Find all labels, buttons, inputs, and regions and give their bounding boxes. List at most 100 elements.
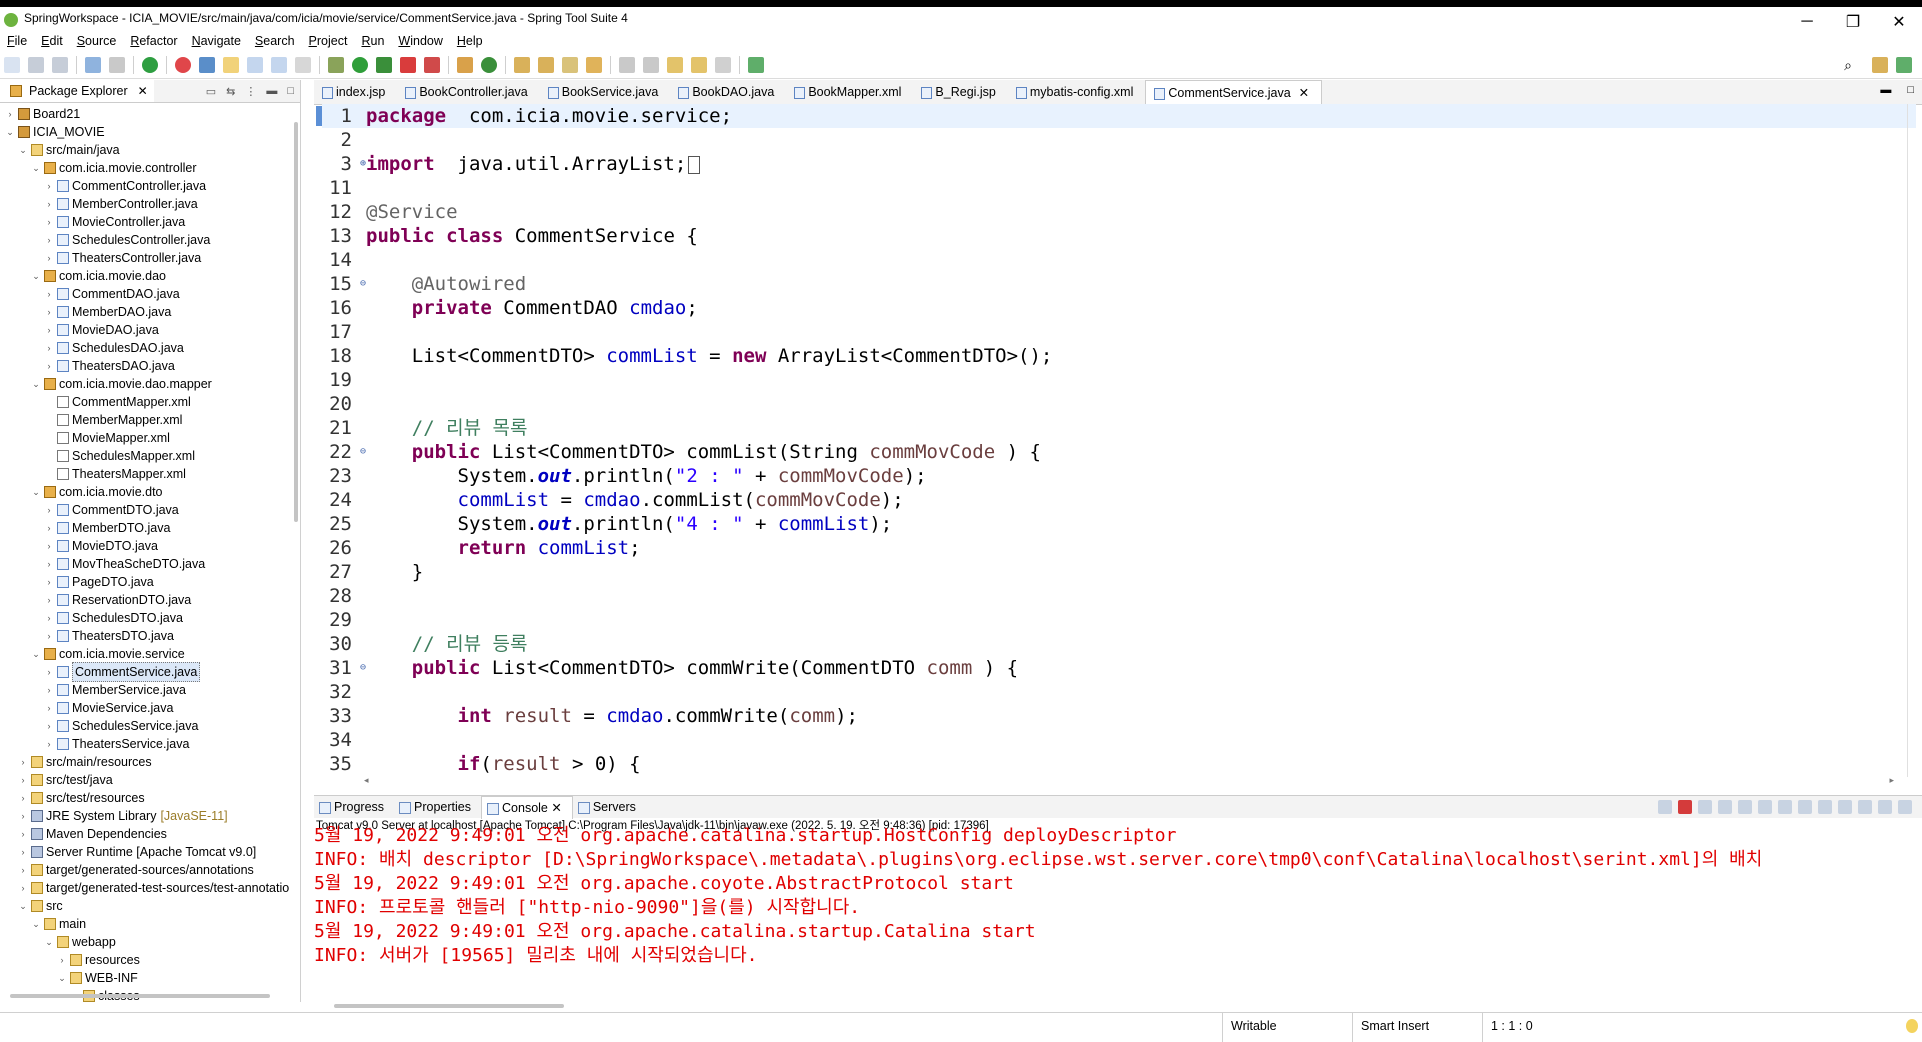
chevron-right-icon[interactable]: › xyxy=(43,519,55,537)
chevron-down-icon[interactable]: ⌄ xyxy=(17,897,29,915)
tree-item[interactable]: MovieMapper.xml xyxy=(0,429,300,447)
editor-tab[interactable]: mybatis-config.xml xyxy=(1008,80,1146,104)
word-wrap-icon[interactable] xyxy=(271,57,287,73)
chevron-right-icon[interactable]: › xyxy=(43,735,55,753)
tree-item[interactable]: › MemberService.java xyxy=(0,681,300,699)
chevron-right-icon[interactable]: › xyxy=(43,339,55,357)
pin-console-icon[interactable] xyxy=(1798,800,1812,814)
tree-item[interactable]: › src/test/resources xyxy=(0,789,300,807)
package-explorer-tab[interactable]: Package Explorer ✕ xyxy=(0,80,154,102)
tree-item[interactable]: › MemberDAO.java xyxy=(0,303,300,321)
chevron-right-icon[interactable]: › xyxy=(43,681,55,699)
menu-help[interactable]: Help xyxy=(450,34,490,48)
tree-item[interactable]: › MemberDTO.java xyxy=(0,519,300,537)
chevron-down-icon[interactable]: ⌄ xyxy=(4,123,16,141)
package-explorer-scrollbar[interactable] xyxy=(294,122,298,522)
tree-item[interactable]: ⌄ ICIA_MOVIE xyxy=(0,123,300,141)
chevron-right-icon[interactable]: › xyxy=(4,105,16,123)
menu-run[interactable]: Run xyxy=(354,34,391,48)
chevron-right-icon[interactable]: › xyxy=(17,789,29,807)
tree-item[interactable]: › src/test/java xyxy=(0,771,300,789)
chevron-right-icon[interactable]: › xyxy=(43,321,55,339)
tree-item[interactable]: › TheatersController.java xyxy=(0,249,300,267)
collapse-fold-icon[interactable]: ⊖ xyxy=(360,440,366,464)
block-selection-icon[interactable] xyxy=(247,57,263,73)
chevron-down-icon[interactable]: ⌄ xyxy=(30,159,42,177)
tree-item[interactable]: › TheatersService.java xyxy=(0,735,300,753)
chevron-right-icon[interactable]: › xyxy=(43,231,55,249)
tree-item[interactable]: › SchedulesDTO.java xyxy=(0,609,300,627)
minimize-view-icon[interactable]: ▬ xyxy=(266,85,277,98)
next-annotation-icon[interactable] xyxy=(619,57,635,73)
console-output[interactable]: 5월 19, 2022 9:49:01 오전 org.apache.catali… xyxy=(314,824,1904,968)
tree-item[interactable]: › SchedulesService.java xyxy=(0,717,300,735)
tree-item[interactable]: › TheatersDAO.java xyxy=(0,357,300,375)
chevron-right-icon[interactable]: › xyxy=(17,807,29,825)
close-icon[interactable]: ✕ xyxy=(138,84,148,98)
tree-item[interactable]: › MovieController.java xyxy=(0,213,300,231)
skip-breakpoints-icon[interactable] xyxy=(109,57,125,73)
external-tools-icon[interactable] xyxy=(424,57,440,73)
word-wrap-console-icon[interactable] xyxy=(1758,800,1772,814)
remove-launch-icon[interactable] xyxy=(1658,800,1672,814)
run-icon[interactable] xyxy=(352,57,368,73)
chevron-down-icon[interactable]: ⌄ xyxy=(30,915,42,933)
new-icon[interactable] xyxy=(4,57,20,73)
menu-project[interactable]: Project xyxy=(302,34,355,48)
project-tree[interactable]: › Board21 ⌄ ICIA_MOVIE ⌄ src/main/java ⌄ com.ic… xyxy=(0,103,300,1002)
chevron-right-icon[interactable]: › xyxy=(17,843,29,861)
maximize-console-icon[interactable] xyxy=(1898,800,1912,814)
tree-item[interactable]: › JRE System Library [JavaSE-11] xyxy=(0,807,300,825)
chevron-right-icon[interactable]: › xyxy=(43,699,55,717)
maximize-editor-icon[interactable]: □ xyxy=(1907,84,1914,96)
tree-item[interactable]: › MovieService.java xyxy=(0,699,300,717)
chevron-right-icon[interactable]: › xyxy=(43,249,55,267)
display-selected-console-icon[interactable] xyxy=(1818,800,1832,814)
view-tab-progress[interactable]: Progress xyxy=(314,796,394,818)
view-tab-servers[interactable]: Servers xyxy=(573,796,646,818)
chevron-down-icon[interactable]: ⌄ xyxy=(30,645,42,663)
open-console-icon[interactable] xyxy=(1838,800,1852,814)
chevron-right-icon[interactable]: › xyxy=(43,591,55,609)
chevron-down-icon[interactable]: ⌄ xyxy=(17,141,29,159)
view-tab-console[interactable]: Console ✕ xyxy=(481,795,573,819)
open-task-icon[interactable] xyxy=(538,57,554,73)
mark-occurrences-icon[interactable] xyxy=(223,57,239,73)
tree-item[interactable]: ⌄ com.icia.movie.dao xyxy=(0,267,300,285)
collapse-all-icon[interactable]: ▭ xyxy=(206,85,216,98)
tip-lightbulb-icon[interactable] xyxy=(1906,1019,1918,1033)
tree-item[interactable]: ⌄ com.icia.movie.controller xyxy=(0,159,300,177)
tree-item[interactable]: ⌄ src/main/java xyxy=(0,141,300,159)
tree-item[interactable]: MemberMapper.xml xyxy=(0,411,300,429)
tree-item[interactable]: › target/generated-sources/annotations xyxy=(0,861,300,879)
tree-item[interactable]: ⌄ webapp xyxy=(0,933,300,951)
refresh-icon[interactable] xyxy=(199,57,215,73)
menu-navigate[interactable]: Navigate xyxy=(185,34,248,48)
previous-annotation-icon[interactable] xyxy=(643,57,659,73)
chevron-right-icon[interactable]: › xyxy=(43,627,55,645)
menu-source[interactable]: Source xyxy=(70,34,124,48)
open-type-icon[interactable] xyxy=(514,57,530,73)
save-all-icon[interactable] xyxy=(52,57,68,73)
tree-item[interactable]: CommentMapper.xml xyxy=(0,393,300,411)
editor-tab[interactable]: B_Regi.jsp xyxy=(913,80,1007,104)
menu-refactor[interactable]: Refactor xyxy=(123,34,184,48)
tree-item[interactable]: SchedulesMapper.xml xyxy=(0,447,300,465)
chevron-right-icon[interactable]: › xyxy=(17,825,29,843)
tree-item[interactable]: › PageDTO.java xyxy=(0,573,300,591)
editor-tab[interactable]: BookMapper.xml xyxy=(786,80,913,104)
spring-boot-icon[interactable] xyxy=(142,57,158,73)
tree-item[interactable]: › SchedulesController.java xyxy=(0,231,300,249)
chevron-right-icon[interactable]: › xyxy=(43,609,55,627)
pin-editor-icon[interactable] xyxy=(748,57,764,73)
save-icon[interactable] xyxy=(28,57,44,73)
spring-perspective-icon[interactable] xyxy=(1896,57,1912,73)
chevron-down-icon[interactable]: ⌄ xyxy=(30,483,42,501)
menu-file[interactable]: File xyxy=(0,34,34,48)
debug-icon[interactable] xyxy=(175,57,191,73)
tree-item[interactable]: › MovieDTO.java xyxy=(0,537,300,555)
chevron-right-icon[interactable]: › xyxy=(43,537,55,555)
tree-item[interactable]: › Board21 xyxy=(0,105,300,123)
chevron-right-icon[interactable]: › xyxy=(43,663,55,681)
editor-tab[interactable]: BookService.java xyxy=(540,80,671,104)
